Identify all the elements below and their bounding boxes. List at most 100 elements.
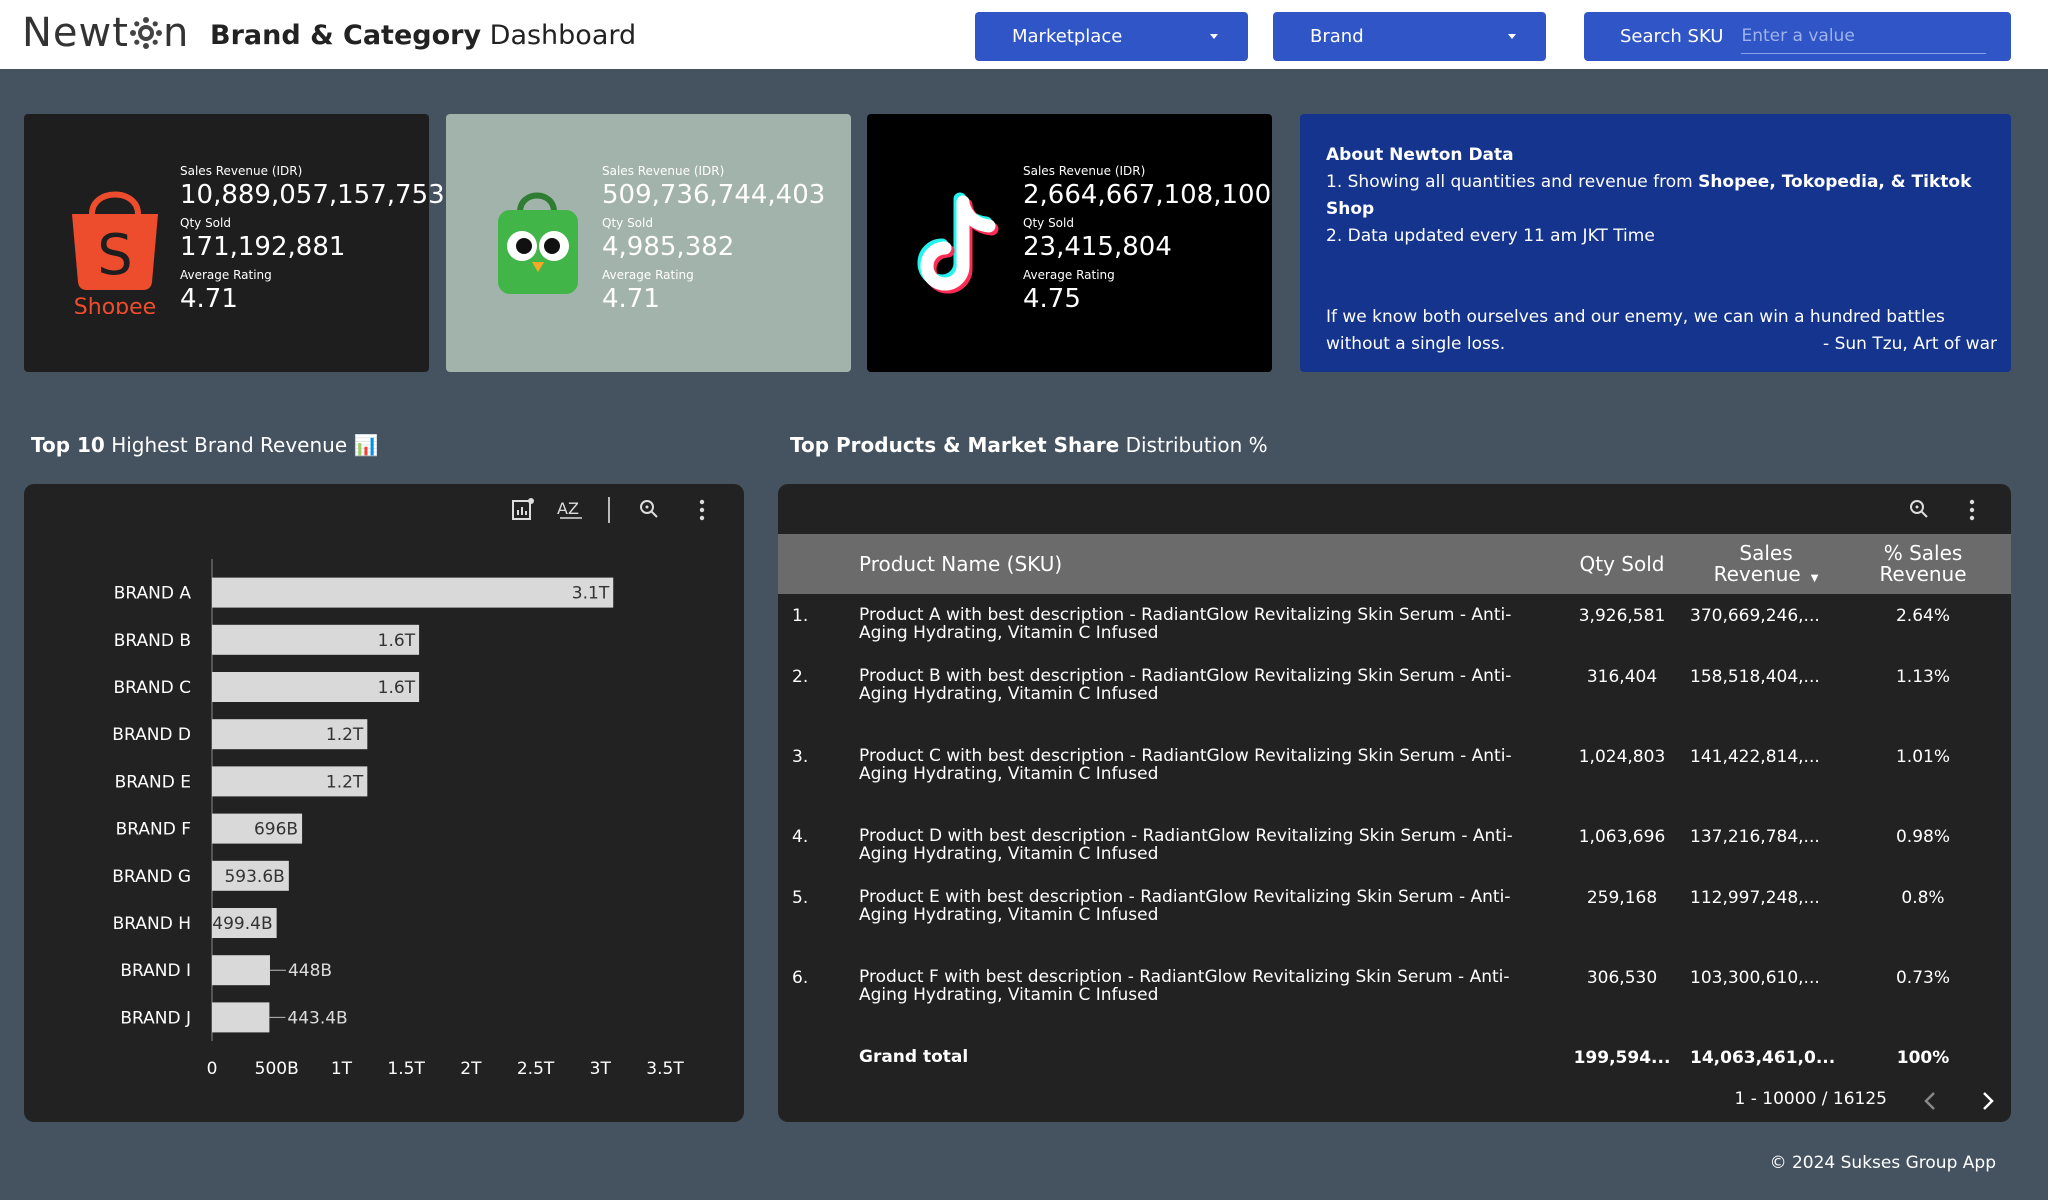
x-tick-label: 2T <box>460 1059 482 1079</box>
sort-desc-icon: ▼ <box>1810 573 1819 584</box>
row-pct: 1.01% <box>1895 747 1950 767</box>
bar-value-label: 1.2T <box>326 725 364 745</box>
zoom-icon[interactable] <box>1908 498 1930 520</box>
bar-category-label: BRAND C <box>114 678 192 698</box>
row-pct: 0.98% <box>1895 827 1950 847</box>
more-vertical-icon[interactable] <box>1968 498 1976 522</box>
bar-category-label: BRAND J <box>120 1008 191 1028</box>
bar-value-label: 3.1T <box>572 584 610 604</box>
x-tick-label: 3.5T <box>646 1059 684 1079</box>
bar-category-label: BRAND G <box>112 867 191 887</box>
header-bar: Newt n Brand & Category Dashboard Market… <box>0 0 2048 69</box>
x-tick-label: 3T <box>590 1059 612 1079</box>
bar-value-label: 499.4B <box>212 914 272 934</box>
grand-total-revenue: 14,063,461,0... <box>1690 1048 1836 1068</box>
header-qty-sold[interactable]: Qty Sold <box>1568 554 1676 575</box>
page-title: Brand & Category Dashboard <box>210 20 636 51</box>
bar-value-label: 1.2T <box>326 772 364 792</box>
qty-value: 171,192,881 <box>180 232 346 262</box>
footer-copyright: © 2024 Sukses Group App <box>1769 1153 1996 1173</box>
bar-category-label: BRAND B <box>114 631 191 651</box>
next-page-icon[interactable] <box>1980 1090 1996 1112</box>
tokopedia-card: Sales Revenue (IDR) 509,736,744,403 Qty … <box>446 114 851 372</box>
bar-value-label: 1.6T <box>378 678 416 698</box>
row-product-name: Product F with best description - Radian… <box>859 967 1510 1005</box>
rating-value: 4.71 <box>602 284 660 314</box>
top-products-table-panel: Product Name (SKU) Qty Sold Sales Revenu… <box>778 484 2011 1122</box>
row-product-name: Product D with best description - Radian… <box>859 826 1513 864</box>
about-quote-author: - Sun Tzu, Art of war <box>1823 334 1997 354</box>
shopee-logo-text: Shopee <box>74 295 156 314</box>
top-products-title: Top Products & Market Share Distribution… <box>790 433 1268 457</box>
revenue-label: Sales Revenue (IDR) <box>180 164 303 178</box>
chevron-down-icon <box>1210 34 1218 39</box>
row-number: 1. <box>792 606 809 626</box>
rating-value: 4.71 <box>180 284 238 314</box>
row-pct: 0.8% <box>1901 888 1945 908</box>
svg-text:S: S <box>97 223 133 288</box>
search-sku-control: Search SKU <box>1584 12 2011 61</box>
bar-value-label: 443.4B <box>287 1008 347 1028</box>
row-revenue: 158,518,404,... <box>1690 667 1820 687</box>
bar-category-label: BRAND E <box>115 772 191 792</box>
bar <box>212 955 270 986</box>
header-pct-line2: Revenue <box>1879 562 1967 586</box>
row-revenue: 112,997,248,... <box>1690 888 1820 908</box>
bar-value-label: 448B <box>288 961 332 981</box>
bar-category-label: BRAND D <box>112 725 191 745</box>
row-qty: 3,926,581 <box>1578 606 1666 626</box>
header-pct-line1: % Sales <box>1883 541 1963 565</box>
shopee-kpis: Sales Revenue (IDR) 10,889,057,157,753 Q… <box>180 164 445 320</box>
revenue-label: Sales Revenue (IDR) <box>1023 164 1146 178</box>
tiktok-card: Sales Revenue (IDR) 2,664,667,108,100 Qt… <box>867 114 1272 372</box>
brand-revenue-title-bold: Top 10 <box>31 433 105 457</box>
shopee-card: S Shopee Sales Revenue (IDR) 10,889,057,… <box>24 114 445 372</box>
row-number: 5. <box>792 888 809 908</box>
grand-total-qty: 199,594... <box>1573 1048 1671 1068</box>
pagination-status: 1 - 10000 / 16125 <box>1734 1089 1887 1109</box>
tiktok-logo <box>893 174 1023 314</box>
row-pct: 1.13% <box>1895 667 1950 687</box>
revenue-label: Sales Revenue (IDR) <box>602 164 725 178</box>
bar-category-label: BRAND F <box>116 820 191 840</box>
grand-total-pct: 100% <box>1896 1048 1950 1068</box>
marketplace-dropdown[interactable]: Marketplace <box>975 12 1248 61</box>
qty-value: 4,985,382 <box>602 232 735 262</box>
shopee-bag-icon: S Shopee <box>72 191 158 320</box>
prev-page-icon[interactable] <box>1922 1090 1938 1112</box>
rating-value: 4.75 <box>1023 284 1081 314</box>
bar <box>212 577 614 608</box>
grand-total-label: Grand total <box>859 1047 969 1067</box>
about-line-1-prefix: 1. Showing all quantities and revenue fr… <box>1326 172 1699 192</box>
row-product-name: Product E with best description - Radian… <box>859 887 1511 925</box>
x-tick-label: 0 <box>207 1059 218 1079</box>
row-qty: 306,530 <box>1586 968 1658 988</box>
rating-label: Average Rating <box>1023 268 1115 282</box>
row-qty: 259,168 <box>1586 888 1658 908</box>
search-sku-input[interactable] <box>1741 19 1987 54</box>
header-sales-revenue-line2: Revenue ▼ <box>1713 562 1819 586</box>
row-revenue: 141,422,814,... <box>1690 747 1820 767</box>
bar-value-label: 1.6T <box>378 631 416 651</box>
row-number: 4. <box>792 827 809 847</box>
header-product-name[interactable]: Product Name (SKU) <box>859 554 1062 575</box>
bar-category-label: BRAND A <box>114 584 192 604</box>
row-qty: 1,063,696 <box>1578 827 1666 847</box>
brand-revenue-bar-chart: BRAND A 3.1T BRAND B 1.6T BRAND C 1.6T BRAND D… <box>112 559 684 1079</box>
bar-value-label: 696B <box>254 820 298 840</box>
row-pct: 2.64% <box>1895 606 1950 626</box>
row-qty: 1,024,803 <box>1578 747 1666 767</box>
row-number: 2. <box>792 667 809 687</box>
header-pct-sales-revenue[interactable]: % Sales Revenue <box>1868 543 1978 585</box>
about-line-1: 1. Showing all quantities and revenue fr… <box>1326 169 1985 223</box>
tokopedia-logo <box>472 174 602 314</box>
page-title-rest: Dashboard <box>489 20 637 51</box>
brand-dropdown[interactable]: Brand <box>1273 12 1546 61</box>
header-sales-revenue[interactable]: Sales Revenue ▼ <box>1696 543 1836 589</box>
brand-revenue-title: Top 10 Highest Brand Revenue 📊 <box>31 433 378 457</box>
marketplace-dropdown-label: Marketplace <box>1012 26 1123 47</box>
revenue-value: 2,664,667,108,100 <box>1023 180 1272 210</box>
logo-text-left: Newt <box>22 10 129 56</box>
chevron-down-icon <box>1508 34 1516 39</box>
row-revenue: 370,669,246,... <box>1690 606 1820 626</box>
